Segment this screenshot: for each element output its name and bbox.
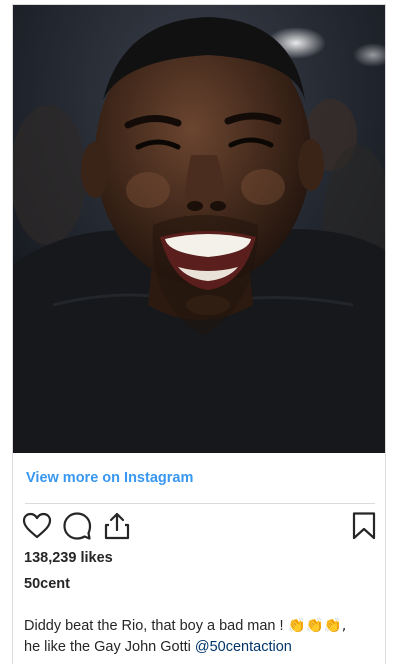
caption-text-line1: Diddy beat the Rio, that boy a bad man ! bbox=[24, 618, 288, 634]
action-bar bbox=[13, 511, 385, 547]
likes-count[interactable]: 138,239 likes bbox=[24, 550, 113, 566]
bookmark-icon[interactable] bbox=[349, 511, 379, 541]
divider bbox=[25, 503, 375, 504]
caption-mention-link[interactable]: @50centaction bbox=[195, 639, 292, 655]
share-icon[interactable] bbox=[102, 511, 132, 541]
view-more-on-instagram-link[interactable]: View more on Instagram bbox=[26, 470, 193, 486]
comment-bubble-icon[interactable] bbox=[62, 511, 92, 541]
clapping-emoji: 👏👏👏, bbox=[287, 618, 347, 634]
post-photo[interactable] bbox=[13, 5, 385, 453]
heart-icon[interactable] bbox=[22, 511, 52, 541]
post-caption: Diddy beat the Rio, that boy a bad man !… bbox=[24, 616, 379, 658]
caption-text-line2: he like the Gay John Gotti bbox=[24, 639, 195, 655]
instagram-embed-card: View more on Instagram 138,239 likes 50c… bbox=[12, 4, 386, 664]
portrait-image bbox=[13, 5, 385, 453]
post-username[interactable]: 50cent bbox=[24, 576, 70, 592]
